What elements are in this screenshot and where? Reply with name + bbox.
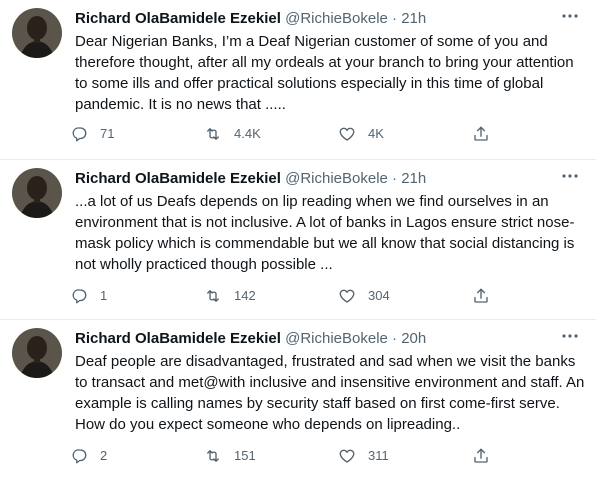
reply-button[interactable]: 71 [70, 125, 204, 143]
tweet[interactable]: Richard OlaBamidele Ezekiel @RichieBokel… [0, 160, 596, 318]
retweet-count: 142 [234, 288, 256, 303]
tweet-text: Deaf people are disadvantaged, frustrate… [75, 353, 585, 433]
separator-dot: · [392, 10, 398, 27]
more-icon[interactable] [558, 166, 582, 188]
tweet-time[interactable]: 20h [401, 330, 426, 347]
share-button[interactable] [472, 447, 502, 465]
tweet-header: Richard OlaBamidele Ezekiel @RichieBokel… [75, 328, 556, 350]
share-button[interactable] [472, 125, 502, 143]
reply-button[interactable]: 1 [70, 287, 204, 305]
reply-icon [72, 449, 87, 464]
share-icon [474, 288, 488, 303]
more-icon[interactable] [558, 6, 582, 28]
tweet[interactable]: Richard OlaBamidele Ezekiel @RichieBokel… [0, 0, 596, 158]
like-button[interactable]: 311 [338, 447, 472, 465]
reply-icon [72, 127, 87, 142]
separator-dot: · [392, 170, 398, 187]
tweet-header: Richard OlaBamidele Ezekiel @RichieBokel… [75, 168, 556, 190]
tweet[interactable]: Richard OlaBamidele Ezekiel @RichieBokel… [0, 320, 596, 488]
reply-icon [72, 289, 87, 304]
author-handle[interactable]: @RichieBokele [285, 330, 388, 347]
retweet-icon [207, 290, 219, 302]
reply-count: 71 [100, 126, 115, 141]
share-button[interactable] [472, 287, 502, 305]
avatar[interactable] [12, 168, 62, 218]
reply-count: 2 [100, 448, 108, 463]
tweet-text: ...a lot of us Deafs depends on lip read… [75, 193, 575, 273]
retweet-count: 151 [234, 448, 256, 463]
like-count: 311 [368, 448, 389, 463]
tweet-time[interactable]: 21h [401, 10, 426, 27]
share-icon [474, 448, 488, 463]
tweet-thread: Richard OlaBamidele Ezekiel @RichieBokel… [0, 0, 596, 488]
tweet-header: Richard OlaBamidele Ezekiel @RichieBokel… [75, 8, 556, 30]
tweet-actions: 71 4.4K 4K [70, 123, 510, 145]
more-icon[interactable] [558, 326, 582, 348]
retweet-button[interactable]: 151 [204, 447, 338, 465]
heart-icon [339, 449, 355, 463]
retweet-icon [207, 128, 219, 140]
retweet-button[interactable]: 142 [204, 287, 338, 305]
like-count: 4K [368, 126, 384, 141]
author-handle[interactable]: @RichieBokele [285, 10, 388, 27]
author-name[interactable]: Richard OlaBamidele Ezekiel [75, 330, 281, 347]
heart-icon [339, 127, 355, 141]
avatar[interactable] [12, 8, 62, 58]
tweet-actions: 1 142 304 [70, 285, 510, 307]
separator-dot: · [392, 330, 398, 347]
reply-count: 1 [100, 288, 108, 303]
retweet-button[interactable]: 4.4K [204, 125, 338, 143]
avatar[interactable] [12, 328, 62, 378]
retweet-count: 4.4K [234, 126, 261, 141]
reply-button[interactable]: 2 [70, 447, 204, 465]
author-name[interactable]: Richard OlaBamidele Ezekiel [75, 170, 281, 187]
like-button[interactable]: 304 [338, 287, 472, 305]
tweet-text: Dear Nigerian Banks, I’m a Deaf Nigerian… [75, 33, 574, 113]
tweet-actions: 2 151 311 [70, 445, 510, 467]
author-name[interactable]: Richard OlaBamidele Ezekiel [75, 10, 281, 27]
share-icon [474, 126, 488, 141]
like-button[interactable]: 4K [338, 125, 472, 143]
heart-icon [339, 289, 355, 303]
tweet-time[interactable]: 21h [401, 170, 426, 187]
author-handle[interactable]: @RichieBokele [285, 170, 388, 187]
like-count: 304 [368, 288, 390, 303]
retweet-icon [207, 450, 219, 462]
